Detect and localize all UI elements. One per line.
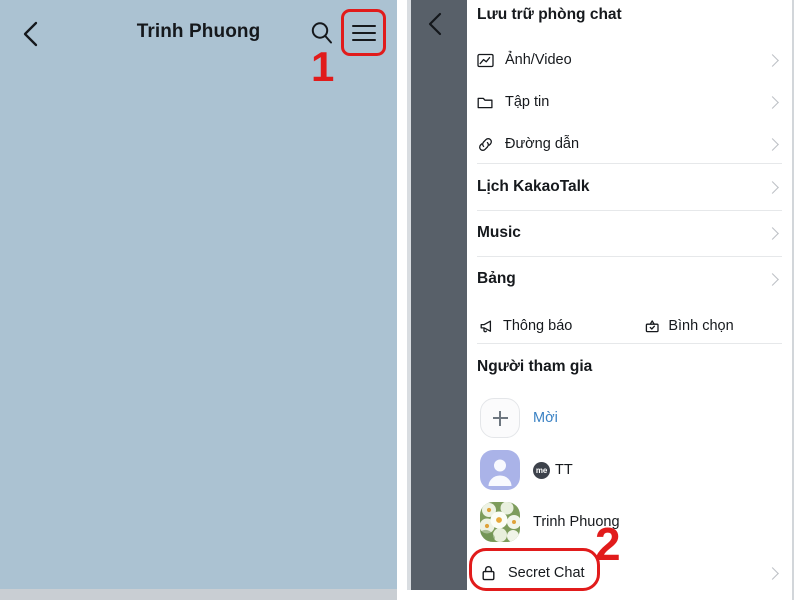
participants-section-title: Người tham gia: [477, 358, 593, 375]
invite-row[interactable]: Mời: [467, 393, 792, 443]
menu-row-photo-video[interactable]: Ảnh/Video: [467, 39, 792, 81]
menu-item-notice[interactable]: Thông báo: [477, 318, 572, 335]
plus-icon: [480, 398, 520, 438]
annotation-number-2: 2: [595, 518, 621, 570]
divider: [477, 210, 782, 211]
chevron-right-icon: [762, 166, 782, 208]
chat-header-bar: Trinh Phuong: [0, 0, 397, 68]
hamburger-menu-icon[interactable]: [347, 16, 380, 49]
menu-row-calendar[interactable]: Lịch KakaoTalk: [467, 166, 792, 208]
hamburger-line: [351, 24, 376, 27]
poll-ballot-icon: [642, 318, 662, 335]
menu-row-links[interactable]: Đường dẫn: [467, 123, 792, 165]
link-icon: [477, 136, 499, 153]
secret-chat-row[interactable]: Secret Chat: [467, 553, 792, 593]
menu-row-music[interactable]: Music: [467, 212, 792, 254]
member-row[interactable]: me TT: [467, 445, 792, 495]
hamburger-line: [351, 31, 376, 34]
member-row[interactable]: Trinh Phuong: [467, 497, 792, 547]
screenshot-stage: Trinh Phuong 1 Lưu trữ phòng chat Ảnh/Vi…: [0, 0, 800, 600]
chevron-left-icon[interactable]: [419, 8, 451, 40]
divider: [477, 343, 782, 344]
menu-row-label: Bảng: [477, 270, 516, 287]
chevron-right-icon: [762, 258, 782, 300]
annotation-number-1: 1: [311, 43, 335, 90]
chevron-right-icon: [762, 123, 782, 165]
chevron-right-icon: [762, 553, 782, 593]
me-badge: me: [533, 461, 550, 479]
invite-label: Mời: [533, 410, 558, 426]
menu-row-board[interactable]: Bảng: [467, 258, 792, 300]
left-phone-screen: Trinh Phuong: [0, 0, 397, 589]
divider: [477, 256, 782, 257]
chevron-right-icon: [762, 81, 782, 123]
member-name: TT: [555, 462, 573, 478]
megaphone-icon: [477, 318, 497, 335]
left-screen-bottom-strip: [0, 589, 397, 600]
default-person-avatar: [480, 450, 520, 490]
menu-row-label: Ảnh/Video: [505, 52, 572, 68]
chevron-right-icon: [762, 212, 782, 254]
menu-row-label: Music: [477, 224, 521, 241]
sheet-title: Lưu trữ phòng chat: [477, 6, 622, 23]
menu-row-label: Tập tin: [505, 94, 550, 110]
menu-row-files[interactable]: Tập tin: [467, 81, 792, 123]
lock-icon: [480, 564, 502, 582]
secret-chat-label: Secret Chat: [508, 565, 585, 581]
menu-item-label: Thông báo: [503, 318, 573, 334]
hamburger-line: [351, 38, 376, 41]
chat-side-menu-sheet: Lưu trữ phòng chat Ảnh/Video Tập tin Đườ…: [467, 0, 794, 600]
folder-icon: [477, 94, 499, 111]
menu-item-label: Bình chọn: [668, 318, 734, 334]
menu-row-label: Đường dẫn: [505, 136, 580, 152]
divider: [477, 163, 782, 164]
flower-photo-avatar: [480, 502, 520, 542]
menu-row-label: Lịch KakaoTalk: [477, 178, 590, 195]
page-title: Trinh Phuong: [136, 21, 261, 42]
chevron-right-icon: [762, 39, 782, 81]
menu-item-poll[interactable]: Bình chọn: [642, 318, 734, 335]
menu-dual-row: Thông báo Bình chọn: [467, 308, 792, 344]
photo-video-icon: [477, 52, 499, 69]
dimmed-chat-overlay[interactable]: [411, 0, 467, 590]
